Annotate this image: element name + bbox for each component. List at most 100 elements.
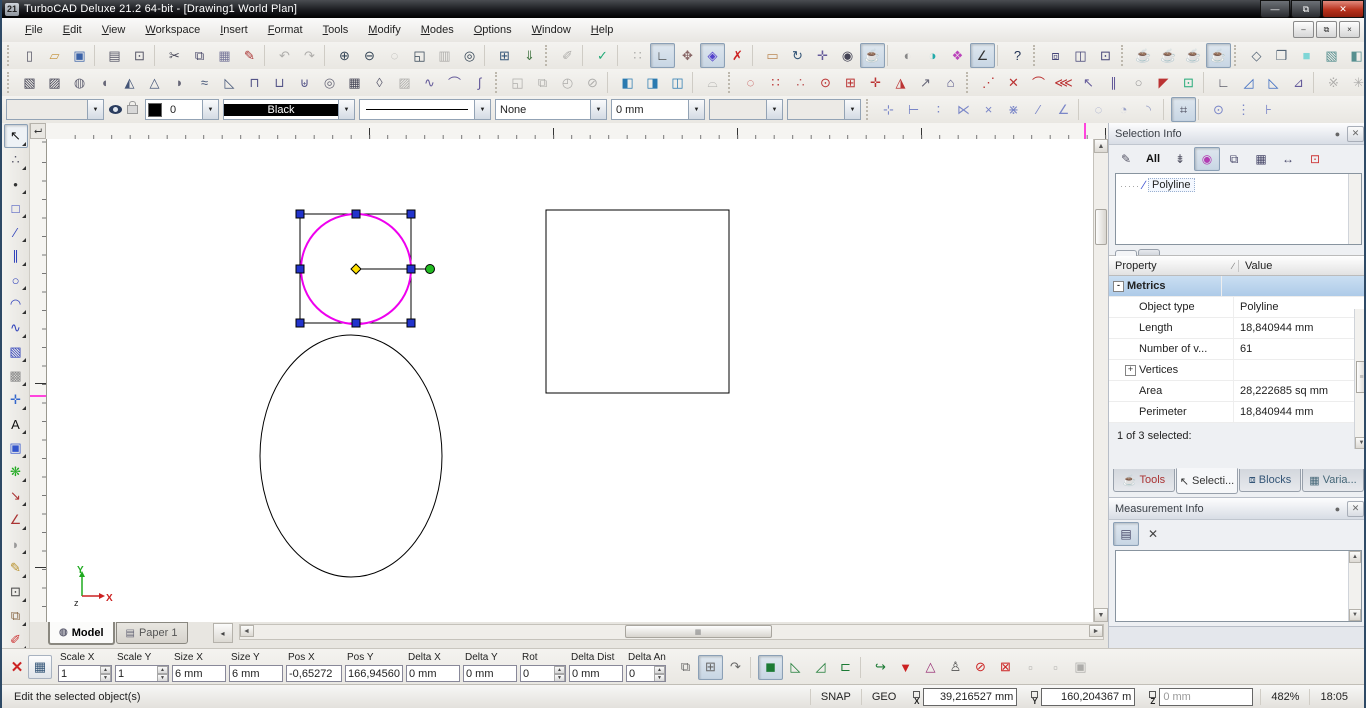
value-column-header[interactable]: Value (1239, 260, 1366, 272)
abort-icon[interactable]: ⊠ (993, 655, 1018, 680)
extra2-icon[interactable]: ▫ (1043, 655, 1068, 680)
extra3-icon[interactable]: ▣ (1068, 655, 1093, 680)
copy-image-icon[interactable]: ⊞ (492, 43, 517, 68)
menu-item[interactable]: Edit (54, 21, 91, 39)
selected-entity-label[interactable]: Polyline (1148, 178, 1195, 192)
y-coordinate-field[interactable]: 160,204367 m (1041, 688, 1135, 706)
mesh-icon[interactable]: ▦ (342, 70, 367, 95)
select-frame-tool[interactable]: ⊡ (4, 580, 28, 604)
print-preview-icon[interactable]: ⊡ (127, 43, 152, 68)
snap-middle-icon[interactable]: ∶ (926, 97, 951, 122)
menu-item[interactable]: Help (582, 21, 623, 39)
list-scrollbar[interactable] (1348, 174, 1361, 244)
wedge-icon[interactable]: ◺ (217, 70, 242, 95)
select-cursor-icon[interactable]: ↪ (868, 655, 893, 680)
ruler-corner[interactable]: ⮠ (30, 123, 46, 139)
snap-grid-icon[interactable]: ∷ (625, 43, 650, 68)
polyline-3d-icon[interactable]: ∿ (417, 70, 442, 95)
measurement-list[interactable]: ▲ ▼ (1115, 550, 1362, 622)
pin-icon[interactable]: ● (1330, 502, 1345, 516)
view-right-icon[interactable]: ◧ (1344, 43, 1364, 68)
no-snap-icon[interactable]: ✗ (725, 43, 750, 68)
snap-ortho-icon[interactable]: ⊦ (1256, 97, 1281, 122)
dot-handle[interactable] (426, 265, 435, 274)
horizontal-scrollbar[interactable]: ◄ ▦ ► (239, 624, 1105, 640)
prism-tool-icon[interactable]: ⌂ (938, 70, 963, 95)
box-3d-icon[interactable]: ▧ (17, 70, 42, 95)
coil-icon[interactable]: ≈ (192, 70, 217, 95)
expand-toggle-icon[interactable] (1125, 302, 1136, 313)
hemisphere-icon[interactable]: ◖ (92, 70, 117, 95)
delete-icon[interactable]: ✕ (1140, 522, 1166, 546)
menu-item[interactable]: Format (259, 21, 312, 39)
cylinder-slice-icon[interactable]: ◗ (167, 70, 192, 95)
menu-item[interactable]: Modes (412, 21, 463, 39)
render-quality-icon[interactable]: ☕ (1206, 43, 1231, 68)
rectangle-tool[interactable]: □ (4, 196, 28, 220)
camera-icon[interactable]: ◉ (835, 43, 860, 68)
ucs-toggle-icon[interactable]: ∠ (970, 43, 995, 68)
text-tool[interactable]: A (4, 412, 28, 436)
mirror-copy-icon[interactable]: ◮ (888, 70, 913, 95)
close-panel-icon[interactable]: ✕ (1347, 126, 1364, 142)
square-handle[interactable] (407, 265, 415, 273)
close-button[interactable]: ✕ (1322, 0, 1364, 18)
line-trim-icon[interactable]: ⋰ (976, 70, 1001, 95)
field-input[interactable]: 166,94560 ▲▼ (345, 665, 403, 682)
restore-button[interactable]: ⧉ (1291, 0, 1321, 18)
snap-multi-icon[interactable]: ※ (1321, 70, 1346, 95)
edit-history-icon[interactable]: ↷ (723, 655, 748, 680)
degrade-mode-icon[interactable]: ◈ (700, 43, 725, 68)
coordinate-system-icon[interactable]: ∟ (650, 43, 675, 68)
dimension-tool[interactable]: ↘ (4, 484, 28, 508)
split-node-icon[interactable]: ⊿ (1286, 70, 1311, 95)
zoom-out-icon[interactable]: ⊖ (357, 43, 382, 68)
draw-order-icon[interactable]: ◼ (758, 655, 783, 680)
scroll-down-button[interactable]: ▼ (1349, 609, 1361, 621)
zoom-page-icon[interactable]: ▥ (432, 43, 457, 68)
menu-item[interactable]: Modify (359, 21, 409, 39)
cut-icon[interactable]: ✂ (162, 43, 187, 68)
field-input[interactable]: 0 mm ▲▼ (463, 665, 517, 682)
render-scene-icon[interactable]: ☕ (860, 43, 885, 68)
cylinder-icon[interactable]: ⊔ (267, 70, 292, 95)
property-row[interactable]: Perimeter 18,840944 mm (1109, 402, 1366, 423)
copy-selection-icon[interactable]: ⧉ (1221, 147, 1247, 171)
layer-combo[interactable]: ▼ (6, 99, 104, 120)
field-input[interactable]: 6 mm ▲▼ (172, 665, 226, 682)
undo-icon[interactable]: ↶ (272, 43, 297, 68)
selection-list[interactable]: ····· ∕ Polyline (1115, 173, 1362, 245)
mouse-snap-icon[interactable]: ✥ (675, 43, 700, 68)
render-wireframe-icon[interactable]: ☕ (1131, 43, 1156, 68)
render-hidden-line-icon[interactable]: ☕ (1156, 43, 1181, 68)
expand-toggle-icon[interactable] (1125, 386, 1136, 397)
snap-quadrant-icon[interactable]: ◔ (1111, 97, 1136, 122)
measure-icon[interactable]: ↔ (1275, 147, 1301, 171)
corner-fillet-icon[interactable]: ∟ (1211, 70, 1236, 95)
edit-entity-icon[interactable]: ✎ (1113, 147, 1139, 171)
geo-toggle[interactable]: GEO (861, 689, 906, 705)
expand-toggle-icon[interactable] (1125, 344, 1136, 355)
square-handle[interactable] (407, 210, 415, 218)
minimize-button[interactable]: — (1260, 0, 1290, 18)
report-icon[interactable]: ▤ (1113, 522, 1139, 546)
square-shape[interactable] (546, 210, 729, 393)
handles-icon[interactable]: ⊡ (1302, 147, 1328, 171)
plane-3d-icon[interactable]: ◊ (367, 70, 392, 95)
field-input[interactable]: -0,65272 ▲▼ (286, 665, 342, 682)
snap-intersection-icon[interactable]: × (976, 97, 1001, 122)
expand-toggle-icon[interactable] (1125, 407, 1136, 418)
property-column-header[interactable]: Property (1115, 260, 1157, 272)
pen-width-combo[interactable]: 0 ▼ (145, 99, 219, 120)
snap-intersection2-icon[interactable]: ⋇ (1001, 97, 1026, 122)
environment-icon[interactable]: ◑ (920, 43, 945, 68)
snap-aperture-icon[interactable]: ⊙ (1206, 97, 1231, 122)
scroll-down-button[interactable]: ▼ (1094, 608, 1108, 622)
export-image-icon[interactable]: ⇓ (517, 43, 542, 68)
context-help-icon[interactable]: ? (1005, 43, 1030, 68)
palette-tab[interactable]: ↖Selecti... (1176, 468, 1238, 494)
rect-pattern-icon[interactable]: ∷ (763, 70, 788, 95)
chevron-down-icon[interactable]: ▼ (844, 100, 860, 119)
spinner[interactable]: ▲▼ (157, 666, 168, 681)
ungroup-icon[interactable]: ◫ (1068, 43, 1093, 68)
